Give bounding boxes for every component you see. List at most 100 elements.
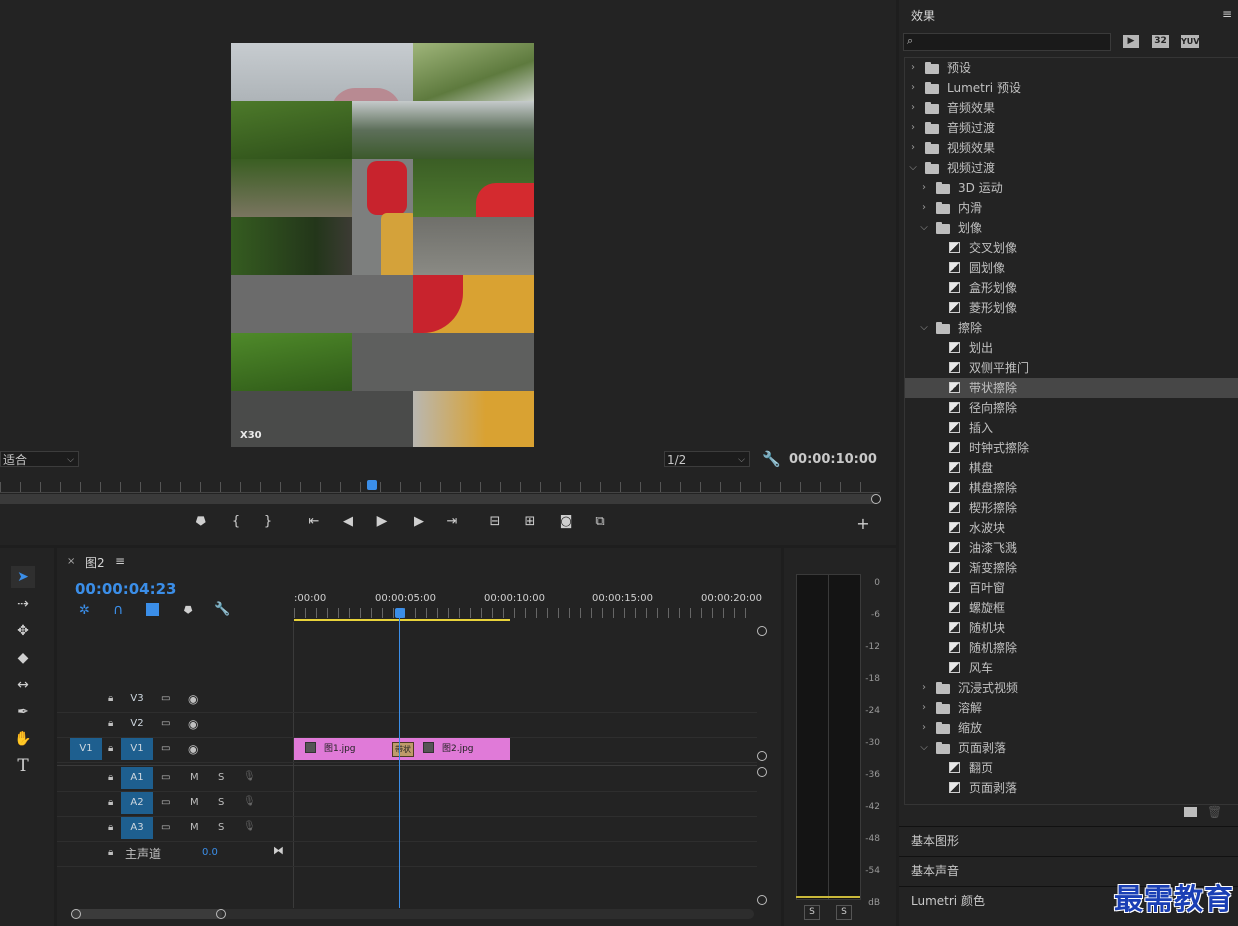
mute-button[interactable]: M [190,772,199,783]
effect-item[interactable]: 随机块 [905,618,1238,638]
sync-lock-icon[interactable]: ▭ [161,718,170,729]
effect-item[interactable]: 划出 [905,338,1238,358]
effect-item[interactable]: 翻页 [905,758,1238,778]
effect-folder[interactable]: ⌵ 视频过渡 [905,158,1238,178]
go-to-out-icon[interactable]: ⇥ [442,514,462,529]
effect-item[interactable]: 随机擦除 [905,638,1238,658]
chevron-down-icon[interactable]: ⌵ [919,218,929,238]
chevron-right-icon[interactable]: › [919,198,929,218]
sync-lock-icon[interactable]: ▭ [161,797,170,808]
eye-icon[interactable]: ◉ [188,742,198,756]
solo-button[interactable]: S [218,797,224,808]
effect-item[interactable]: 时钟式擦除 [905,438,1238,458]
lock-icon[interactable]: 🔒︎ [108,772,113,783]
trash-icon[interactable]: 🗑 [1207,805,1222,819]
yuv-filter-button[interactable]: YUV [1181,35,1199,48]
extract-icon[interactable]: ⊞ [520,514,540,529]
track-target-a1[interactable]: A1 [121,767,153,789]
effect-folder[interactable]: › 内滑 [905,198,1238,218]
transition-band-wipe[interactable]: 带状 [392,742,414,757]
effect-item[interactable]: 径向擦除 [905,398,1238,418]
solo-left-button[interactable]: S [804,905,820,920]
chevron-right-icon[interactable]: › [908,138,918,158]
effect-item[interactable]: 交叉划像 [905,238,1238,258]
chevron-right-icon[interactable]: › [908,118,918,138]
microphone-icon[interactable]: 🎙︎ [243,771,256,782]
wrench-icon[interactable]: 🔧 [762,450,781,468]
clip-2[interactable]: 图2.jpg [412,738,510,760]
chevron-down-icon[interactable]: ⌵ [919,738,929,758]
wrench-icon[interactable]: 🔧 [214,602,230,617]
microphone-icon[interactable]: 🎙︎ [243,796,256,807]
effect-folder[interactable]: › Lumetri 预设 [905,78,1238,98]
playhead-timecode[interactable]: 00:00:04:23 [75,580,177,598]
hand-tool-icon[interactable]: ✋ [11,728,35,750]
chevron-right-icon[interactable]: › [919,178,929,198]
go-to-edit-point-icon[interactable]: ⧓ [273,844,284,857]
effect-item[interactable]: 菱形划像 [905,298,1238,318]
monitor-time-ruler[interactable] [0,482,880,493]
chevron-right-icon[interactable]: › [919,718,929,738]
add-marker-icon[interactable]: ⯂ [190,515,210,530]
scroll-handle[interactable] [757,767,767,777]
lock-icon[interactable]: 🔒︎ [108,847,113,858]
pen-tool-icon[interactable]: ✒ [11,701,35,723]
effect-folder[interactable]: › 视频效果 [905,138,1238,158]
scroll-handle[interactable] [71,909,81,919]
sync-lock-icon[interactable]: ▭ [161,743,170,754]
scroll-handle[interactable] [757,895,767,905]
clip-1[interactable]: 图1.jpg [294,738,393,760]
play-icon[interactable]: ▶ [372,513,392,529]
step-forward-icon[interactable]: ▶ [409,514,429,529]
solo-button[interactable]: S [218,772,224,783]
linked-selection-icon[interactable] [146,603,159,616]
effect-folder[interactable]: ⌵ 划像 [905,218,1238,238]
hamburger-icon[interactable]: ≡ [1222,7,1232,21]
slip-tool-icon[interactable]: ↔ [11,674,35,696]
effect-folder[interactable]: › 3D 运动 [905,178,1238,198]
effect-folder[interactable]: › 沉浸式视频 [905,678,1238,698]
chevron-down-icon[interactable]: ⌵ [908,158,918,178]
hamburger-icon[interactable]: ≡ [115,554,125,568]
lock-icon[interactable]: 🔒︎ [108,693,113,704]
effect-folder[interactable]: › 预设 [905,58,1238,78]
selection-tool-arrow-icon[interactable]: ➤ [11,566,35,588]
chevron-right-icon[interactable]: › [908,58,918,78]
scrollbar-thumb[interactable] [72,909,222,919]
sync-lock-icon[interactable]: ▭ [161,772,170,783]
chevron-right-icon[interactable]: › [919,678,929,698]
lock-icon[interactable]: 🔒︎ [108,718,113,729]
effect-item[interactable]: 百叶窗 [905,578,1238,598]
export-frame-camera-icon[interactable]: ◙ [556,514,576,529]
ripple-edit-tool-icon[interactable]: ✥ [11,620,35,642]
source-patch-v1[interactable]: V1 [70,738,102,760]
playback-resolution-dropdown[interactable]: 1/2 ⌵ [664,451,750,467]
go-to-in-icon[interactable]: ⇤ [304,514,324,529]
effect-item[interactable]: 水波块 [905,518,1238,538]
effect-folder[interactable]: › 缩放 [905,718,1238,738]
track-target-v2[interactable]: V2 [121,713,153,735]
mute-button[interactable]: M [190,822,199,833]
effect-item[interactable]: 螺旋框 [905,598,1238,618]
32bit-filter-button[interactable]: 32 [1152,35,1169,48]
new-bin-folder-icon[interactable] [1184,807,1197,817]
sequence-tab[interactable]: 图2 [85,554,105,571]
effect-folder[interactable]: › 溶解 [905,698,1238,718]
scroll-handle[interactable] [757,751,767,761]
mute-button[interactable]: M [190,797,199,808]
track-target-a3[interactable]: A3 [121,817,153,839]
solo-button[interactable]: S [218,822,224,833]
essential-graphics-section[interactable]: 基本图形 [899,826,1238,855]
chevron-right-icon[interactable]: › [908,78,918,98]
scroll-handle[interactable] [216,909,226,919]
effect-item[interactable]: 双侧平推门 [905,358,1238,378]
nest-sequence-icon[interactable]: ✲ [79,603,90,618]
lift-icon[interactable]: ⊟ [485,514,505,529]
effect-item[interactable]: 带状擦除 [905,378,1238,398]
chevron-right-icon[interactable]: › [908,98,918,118]
effect-item[interactable]: 棋盘 [905,458,1238,478]
add-button-plus-icon[interactable]: + [853,514,873,533]
effect-item[interactable]: 盒形划像 [905,278,1238,298]
monitor-playhead[interactable] [367,480,377,490]
comparison-view-icon[interactable]: ⧉ [590,514,610,529]
